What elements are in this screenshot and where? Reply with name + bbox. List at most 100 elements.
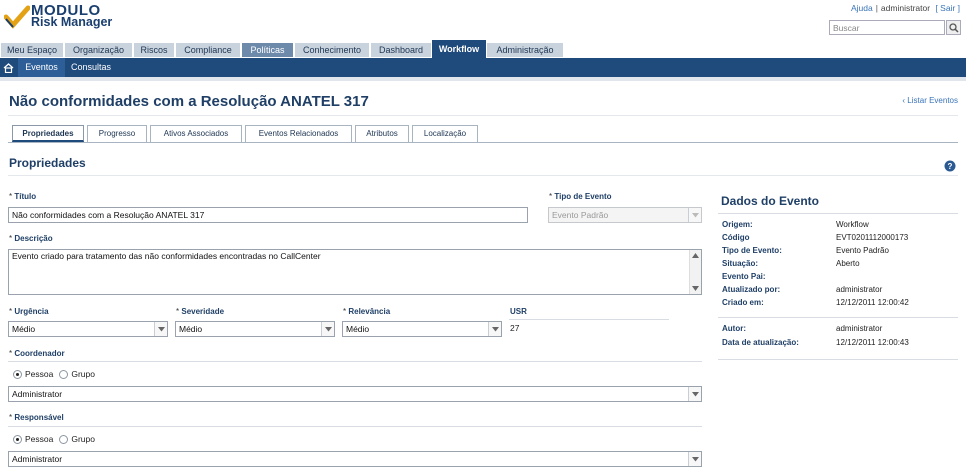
- titulo-input[interactable]: Não conformidades com a Resolução ANATEL…: [8, 207, 528, 223]
- chevron-down-icon: [321, 322, 334, 336]
- coordenador-type-radios: Pessoa Grupo: [13, 369, 95, 379]
- main-nav: Meu Espaço Organização Riscos Compliance…: [0, 40, 966, 58]
- descricao-value: Evento criado para tratamento das não co…: [12, 251, 321, 261]
- dados-val-codigo: EVT0201112000173: [836, 233, 909, 242]
- dados-val-situacao: Aberto: [836, 259, 860, 268]
- urgencia-value: Médio: [12, 324, 36, 334]
- responsavel-pessoa-label: Pessoa: [25, 434, 54, 444]
- list-events-link[interactable]: ‹ Listar Eventos: [902, 96, 958, 105]
- dados-divider-bottom: [718, 359, 958, 360]
- page-title: Não conformidades com a Resolução ANATEL…: [9, 93, 369, 110]
- tab-meu-espaco[interactable]: Meu Espaço: [0, 42, 64, 58]
- usr-label: USR: [510, 307, 527, 316]
- dados-key-origem: Origem:: [722, 220, 753, 229]
- tab-workflow[interactable]: Workflow: [432, 40, 486, 58]
- section-divider: [8, 175, 958, 176]
- list-events-label: Listar Eventos: [907, 96, 958, 105]
- coordenador-label: * Coordenador: [9, 349, 65, 358]
- chevron-down-icon: [154, 322, 167, 336]
- home-icon: [3, 62, 14, 73]
- responsavel-grupo-radio[interactable]: [59, 434, 69, 444]
- search-input[interactable]: Buscar: [829, 20, 945, 35]
- tipo-evento-value: Evento Padrão: [552, 210, 609, 220]
- user-links: Ajuda | administrator [ Sair ]: [850, 3, 960, 13]
- tabs-divider: [8, 142, 958, 143]
- relevancia-value: Médio: [346, 324, 370, 334]
- subnav-consultas[interactable]: Consultas: [65, 58, 117, 77]
- search-button[interactable]: [946, 20, 961, 35]
- help-link[interactable]: Ajuda: [851, 3, 873, 13]
- descricao-textarea[interactable]: Evento criado para tratamento das não co…: [8, 249, 702, 295]
- coordenador-grupo-radio[interactable]: [59, 369, 69, 379]
- logout-link[interactable]: [ Sair ]: [935, 3, 960, 13]
- responsavel-grupo-label: Grupo: [71, 434, 95, 444]
- user-name: administrator: [880, 3, 931, 13]
- tipo-evento-select: Evento Padrão: [548, 207, 702, 223]
- help-icon[interactable]: ?: [944, 160, 956, 172]
- modulo-logo[interactable]: MODULO Risk Manager: [4, 3, 116, 35]
- dados-divider-top: [718, 213, 958, 214]
- tab-dashboard[interactable]: Dashboard: [370, 42, 432, 58]
- responsavel-type-radios: Pessoa Grupo: [13, 434, 95, 444]
- responsavel-divider: [8, 426, 702, 427]
- tab-ativos-associados[interactable]: Ativos Associados: [150, 125, 242, 142]
- tab-organizacao[interactable]: Organização: [64, 42, 133, 58]
- responsavel-pessoa-radio[interactable]: [13, 434, 22, 444]
- dados-key-tipo: Tipo de Evento:: [722, 246, 782, 255]
- chevron-down-icon: [688, 452, 701, 466]
- dados-val-autor: administrator: [836, 324, 883, 333]
- coordenador-pessoa-label: Pessoa: [25, 369, 54, 379]
- tab-conhecimento[interactable]: Conhecimento: [294, 42, 370, 58]
- severidade-label: * Severidade: [176, 307, 225, 316]
- descricao-scrollbar[interactable]: [689, 250, 701, 294]
- tab-propriedades[interactable]: Propriedades: [12, 125, 84, 142]
- coordenador-pessoa-radio[interactable]: [13, 369, 22, 379]
- chevron-left-icon: ‹: [902, 96, 906, 105]
- search-icon: [948, 22, 959, 33]
- dados-val-criado-em: 12/12/2011 12:00:42: [836, 298, 909, 307]
- dados-key-data-atualizacao: Data de atualização:: [722, 338, 799, 347]
- section-title: Propriedades: [9, 156, 86, 170]
- sub-nav: Eventos Consultas: [0, 58, 966, 77]
- urgencia-select[interactable]: Médio: [8, 321, 168, 337]
- coordenador-select[interactable]: Administrator: [8, 386, 702, 402]
- dados-key-criado-em: Criado em:: [722, 298, 764, 307]
- scroll-up-icon[interactable]: [692, 253, 699, 258]
- responsavel-label: * Responsável: [9, 413, 64, 422]
- tab-progresso[interactable]: Progresso: [87, 125, 147, 142]
- tab-compliance[interactable]: Compliance: [175, 42, 241, 58]
- descricao-label: * Descrição: [9, 234, 53, 243]
- usr-divider: [509, 319, 669, 320]
- tipo-evento-label: * Tipo de Evento: [549, 192, 612, 201]
- relevancia-select[interactable]: Médio: [342, 321, 502, 337]
- tab-politicas[interactable]: Políticas: [241, 42, 294, 58]
- chevron-down-icon: [488, 322, 501, 336]
- subnav-eventos[interactable]: Eventos: [18, 58, 65, 77]
- dados-val-data-atualizacao: 12/12/2011 12:00:43: [836, 338, 909, 347]
- scroll-down-icon[interactable]: [692, 286, 699, 291]
- tab-atributos[interactable]: Atributos: [355, 125, 409, 142]
- dados-key-situacao: Situação:: [722, 259, 759, 268]
- severidade-select[interactable]: Médio: [175, 321, 335, 337]
- responsavel-select[interactable]: Administrator: [8, 451, 702, 467]
- tab-administracao[interactable]: Administração: [486, 42, 564, 58]
- dados-evento-title: Dados do Evento: [721, 194, 820, 208]
- titulo-label: * Título: [9, 192, 37, 201]
- dados-val-tipo: Evento Padrão: [836, 246, 889, 255]
- chevron-down-icon: [688, 387, 701, 401]
- tab-localizacao[interactable]: Localização: [412, 125, 478, 142]
- dados-key-codigo: Código: [722, 233, 750, 242]
- home-button[interactable]: [0, 58, 17, 77]
- coordenador-value: Administrator: [12, 389, 63, 399]
- dados-divider-mid: [718, 317, 958, 318]
- coordenador-grupo-label: Grupo: [71, 369, 95, 379]
- brand-line2: Risk Manager: [31, 15, 113, 29]
- dados-val-atualizado-por: administrator: [836, 285, 883, 294]
- logo-check-icon: [4, 5, 30, 29]
- relevancia-label: * Relevância: [343, 307, 391, 316]
- svg-text:?: ?: [948, 162, 953, 171]
- urgencia-label: * Urgência: [9, 307, 49, 316]
- responsavel-value: Administrator: [12, 454, 63, 464]
- tab-riscos[interactable]: Riscos: [133, 42, 175, 58]
- tab-eventos-relacionados[interactable]: Eventos Relacionados: [245, 125, 352, 142]
